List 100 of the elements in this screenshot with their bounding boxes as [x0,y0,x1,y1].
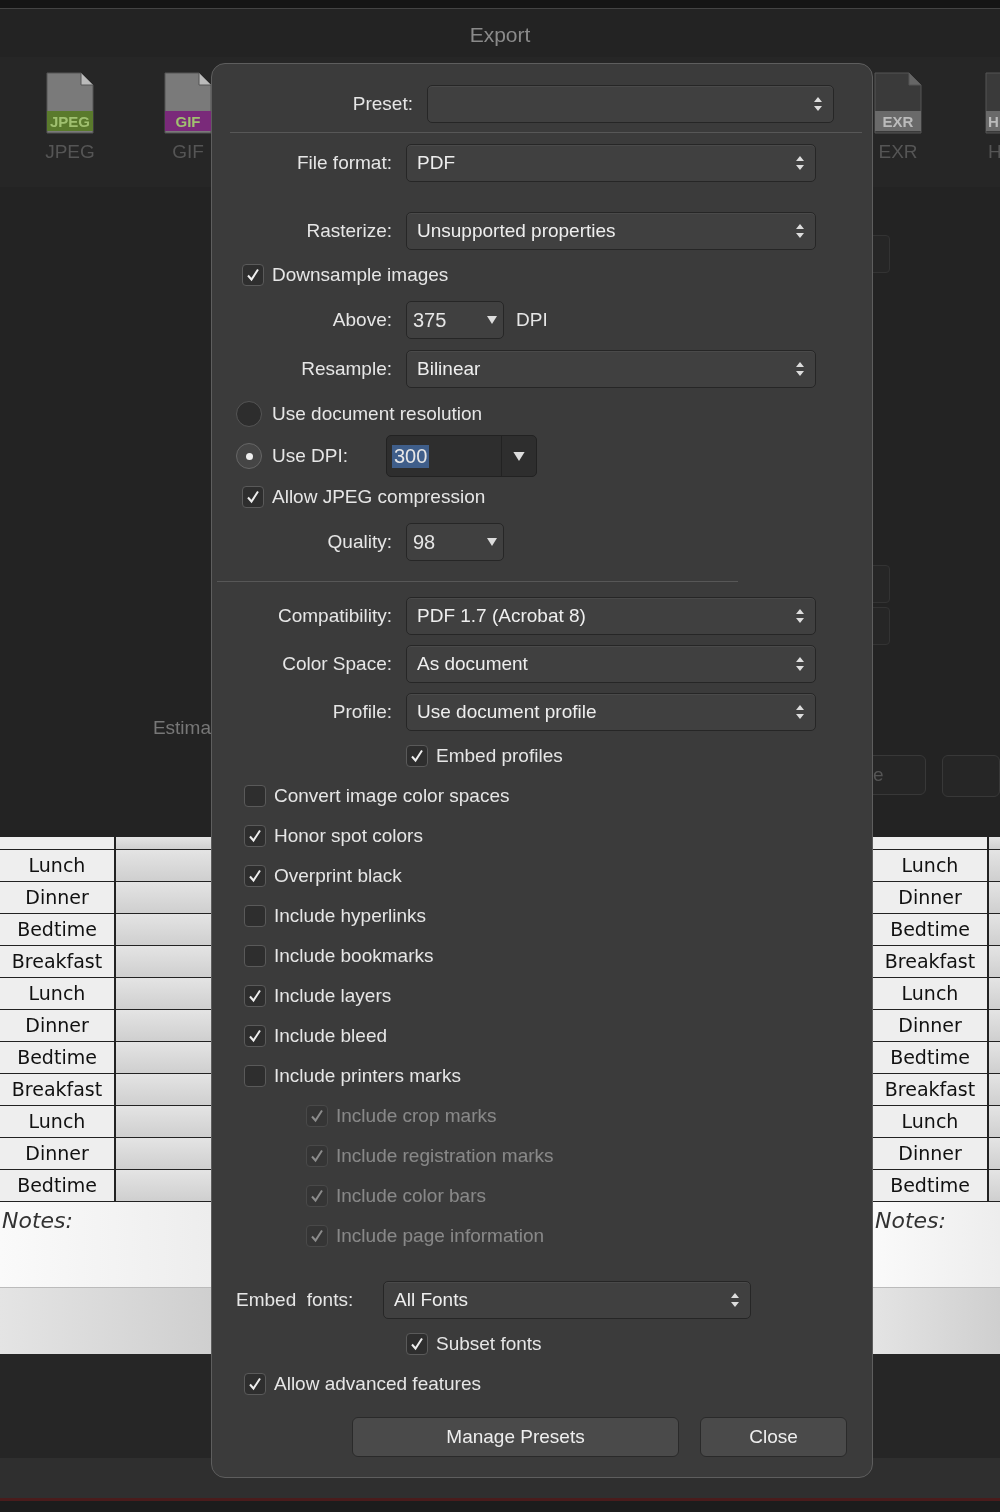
checkmark-icon [247,1376,263,1392]
table-cell: Lunch [0,1105,116,1137]
checkbox-label: Convert image color spaces [274,785,510,807]
field-label: Compatibility: [276,605,393,627]
field-label: Rasterize: [305,220,393,242]
checkbox[interactable] [244,825,266,847]
dropdown[interactable]: All Fonts [383,1281,751,1319]
table-cell [989,881,1000,913]
checkmark-icon [309,1108,325,1124]
table-cell: Bedtime [873,1041,989,1073]
table-cell: Lunch [0,849,116,881]
stepper-icon [813,96,823,112]
notes-label: Notes: [1,1206,73,1233]
table-cell [989,913,1000,945]
table-cell: Bedtime [873,1169,989,1201]
checkmark-icon [309,1228,325,1244]
table-cell: Breakfast [0,945,116,977]
table-cell: Bedtime [0,1041,116,1073]
checkmark-icon [247,988,263,1004]
combo-box[interactable]: 375 [406,301,504,339]
table-cell [989,977,1000,1009]
checkbox-label: Include layers [274,985,392,1007]
table-cell [989,1137,1000,1169]
checkmark-icon [409,1336,425,1352]
checkmark-icon [247,1028,263,1044]
checkbox-label: Allow advanced features [274,1373,481,1395]
table-cell [989,837,1000,849]
checkbox-label: Allow JPEG compression [272,486,486,508]
dropdown[interactable]: PDF [406,144,816,182]
file-icon[interactable]: GIF [163,71,213,135]
checkbox-label: Include crop marks [336,1105,497,1127]
table-cell: Dinner [873,1137,989,1169]
checkbox-label: Include color bars [336,1185,486,1207]
checkbox[interactable] [406,1333,428,1355]
stepper-icon [795,656,805,672]
table-cell: Lunch [0,977,116,1009]
window-title: Export [468,22,532,48]
close-button[interactable]: Close [700,1417,847,1457]
dropdown[interactable]: PDF 1.7 (Acrobat 8) [406,597,816,635]
checkbox[interactable] [244,985,266,1007]
table-cell: Dinner [873,881,989,913]
checkmark-icon [245,267,261,283]
checkbox-label: Include registration marks [336,1145,554,1167]
checkbox[interactable] [244,905,266,927]
table-cell: Dinner [0,1137,116,1169]
checkbox-label: Include hyperlinks [274,905,427,927]
checkbox-label: Include printers marks [274,1065,461,1087]
checkmark-icon [245,489,261,505]
notes-label: Notes: [874,1206,946,1233]
field-label: Embed fonts: [235,1289,355,1311]
checkmark-icon [409,748,425,764]
checkbox-label: Honor spot colors [274,825,423,847]
dropdown[interactable]: Use document profile [406,693,816,731]
checkbox-label: Subset fonts [436,1333,542,1355]
checkbox[interactable] [244,865,266,887]
checkmark-icon [247,868,263,884]
dropdown[interactable]: As document [406,645,816,683]
field-label: Quality: [326,531,393,553]
dropdown-arrow-icon [513,451,525,461]
dropdown[interactable]: Bilinear [406,350,816,388]
checkbox-label: Embed profiles [436,745,563,767]
checkbox[interactable] [242,486,264,508]
radio-label: Use DPI: [272,445,350,467]
stepper-icon [730,1292,740,1308]
checkbox-label: Include page information [336,1225,545,1247]
table-cell: Bedtime [873,913,989,945]
checkbox[interactable] [244,945,266,967]
radio-button[interactable] [236,401,262,427]
estimate-label: Estima [152,717,211,739]
unit-label: DPI [516,309,548,331]
stepper-icon [795,155,805,171]
table-cell [989,1009,1000,1041]
table-cell [989,1041,1000,1073]
table-cell: Bedtime [0,1169,116,1201]
table-cell: Breakfast [873,945,989,977]
checkbox[interactable] [406,745,428,767]
table-cell: Lunch [873,1105,989,1137]
field-label: Preset: [351,93,414,115]
table-cell [989,849,1000,881]
checkbox[interactable] [244,1373,266,1395]
stepper-icon [795,361,805,377]
table-cell: Breakfast [0,1073,116,1105]
radio-label: Use document resolution [272,403,483,425]
radio-button[interactable] [236,443,262,469]
checkbox[interactable] [244,785,266,807]
stepper-icon [795,608,805,624]
table-cell: Lunch [873,977,989,1009]
table-cell: Bedtime [0,913,116,945]
combo-box[interactable]: 98 [406,523,504,561]
checkbox[interactable] [242,264,264,286]
table-cell: Lunch [873,849,989,881]
manage-presets-button[interactable]: Manage Presets [352,1417,679,1457]
field-label: Above: [331,309,393,331]
dropdown-arrow-icon [487,538,497,546]
checkmark-icon [309,1188,325,1204]
combo-box[interactable]: 300 [386,435,537,477]
checkbox[interactable] [244,1025,266,1047]
dropdown[interactable]: Unsupported properties [406,212,816,250]
checkbox[interactable] [244,1065,266,1087]
table-cell: Breakfast [873,1073,989,1105]
